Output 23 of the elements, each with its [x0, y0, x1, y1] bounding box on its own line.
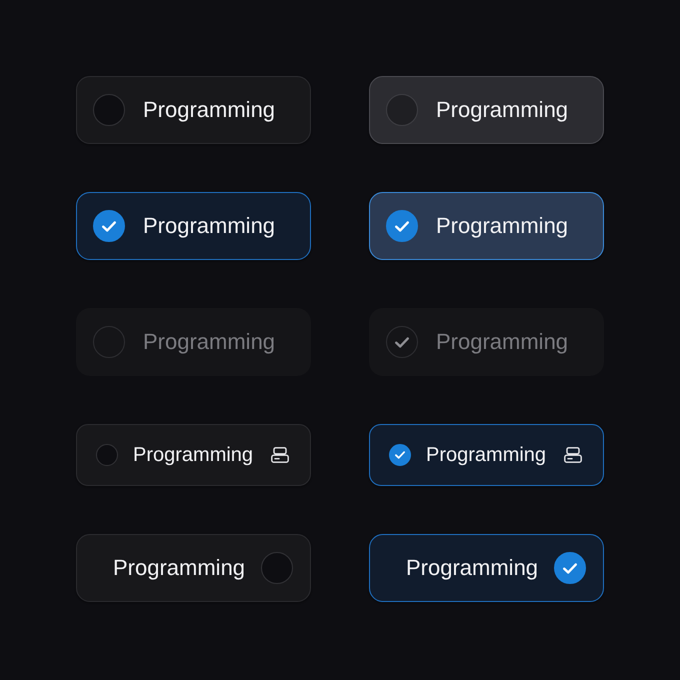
- check-icon: [563, 562, 577, 574]
- checkbox[interactable]: [386, 210, 418, 242]
- checkbox-card[interactable]: Programming: [76, 192, 311, 260]
- checkbox-card[interactable]: Programming: [369, 76, 604, 144]
- checkbox-card[interactable]: Programming: [369, 192, 604, 260]
- check-icon: [395, 451, 405, 459]
- device-icon: [271, 447, 289, 463]
- checkbox[interactable]: [261, 552, 293, 584]
- checkbox[interactable]: [554, 552, 586, 584]
- check-icon: [102, 220, 116, 232]
- checkbox[interactable]: [93, 94, 125, 126]
- checkbox-card[interactable]: Programming: [76, 534, 311, 602]
- checkbox-card[interactable]: Programming: [369, 424, 604, 486]
- device-icon: [564, 447, 582, 463]
- check-icon: [395, 336, 409, 348]
- checkbox-card[interactable]: Programming: [76, 76, 311, 144]
- checkbox[interactable]: [96, 444, 118, 466]
- check-icon: [395, 220, 409, 232]
- checkbox-card[interactable]: Programming: [369, 534, 604, 602]
- checkbox[interactable]: [389, 444, 411, 466]
- checkbox[interactable]: [93, 210, 125, 242]
- checkbox-card[interactable]: Programming: [76, 424, 311, 486]
- checkbox[interactable]: [386, 94, 418, 126]
